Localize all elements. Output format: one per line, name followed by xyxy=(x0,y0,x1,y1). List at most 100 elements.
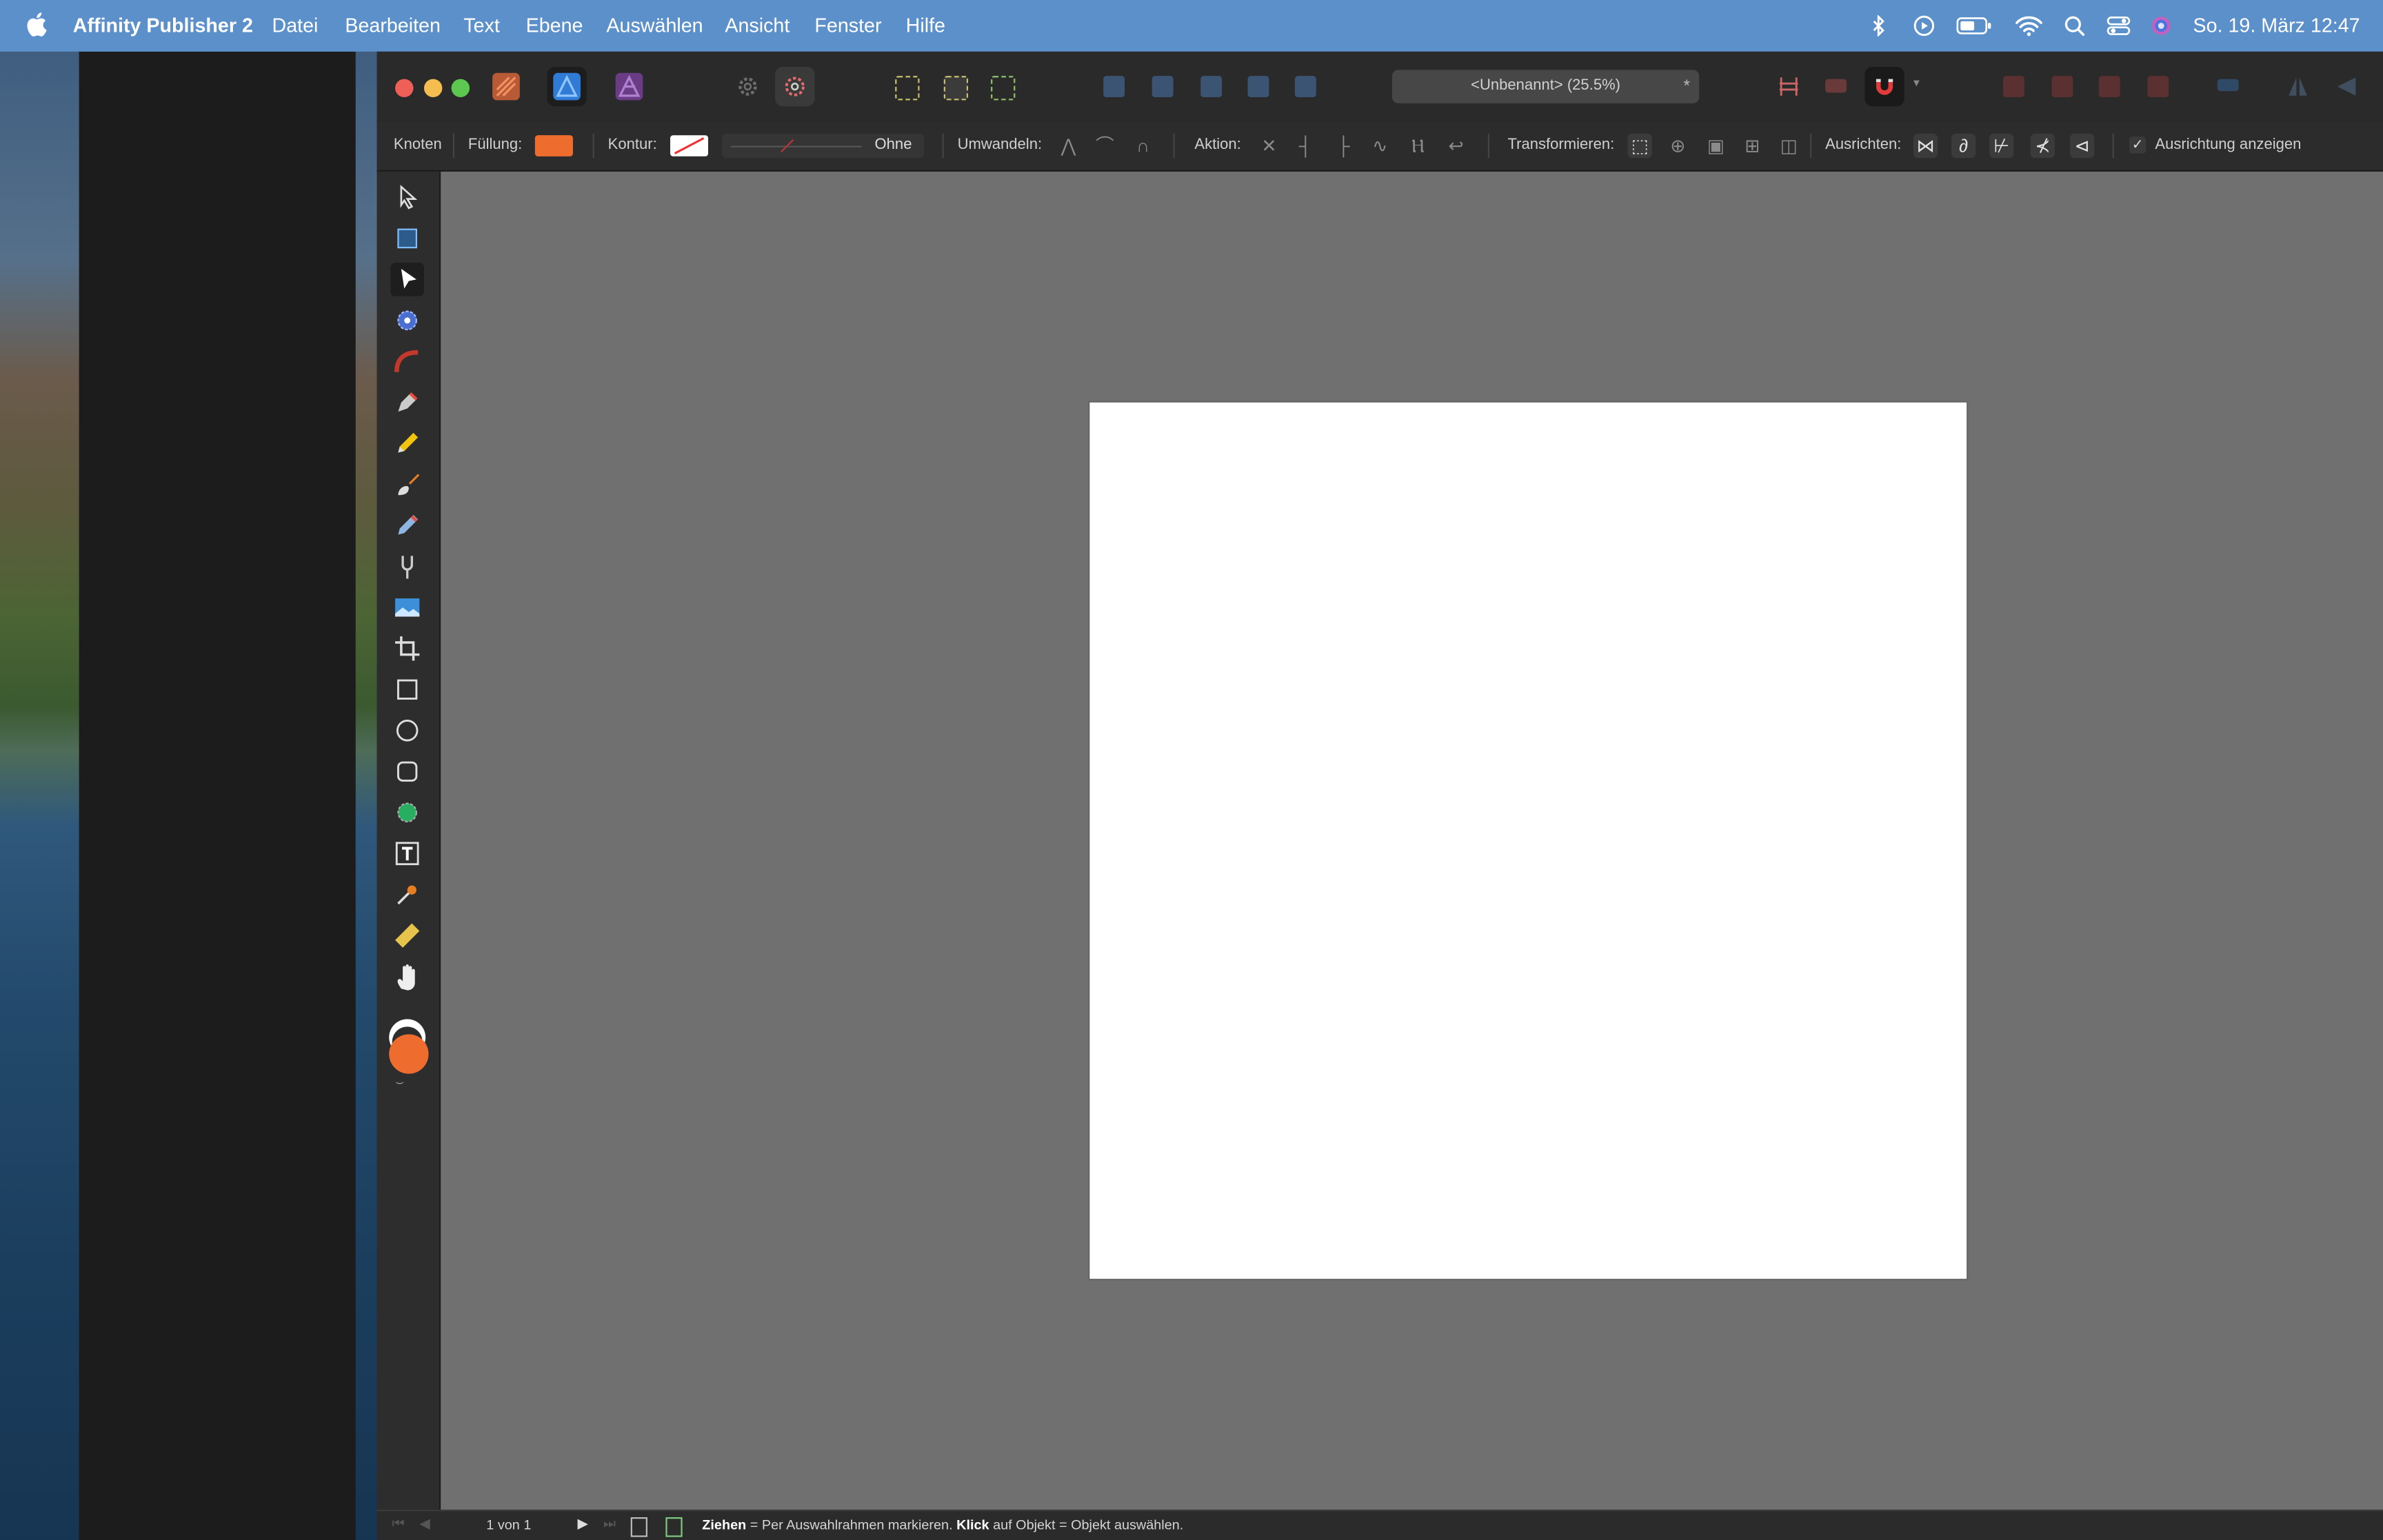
artistic-text-tool[interactable] xyxy=(390,837,423,870)
menu-auswaehlen[interactable]: Auswählen xyxy=(606,14,703,38)
order-backward-button[interactable] xyxy=(1143,67,1182,106)
shape-tool[interactable] xyxy=(390,796,423,829)
convert-smooth-icon[interactable]: ⌒ xyxy=(1093,134,1117,158)
swap-colors-icon[interactable]: ⌣ xyxy=(395,1074,404,1091)
close-window-button[interactable] xyxy=(395,79,414,98)
menu-datei[interactable]: Datei xyxy=(272,14,319,38)
snapping-toggle-button[interactable] xyxy=(1864,66,1904,107)
snap-angles-icon[interactable]: ⊲ xyxy=(2069,133,2095,159)
spread-view-icon[interactable] xyxy=(630,1517,647,1537)
fill-swatch[interactable] xyxy=(534,135,573,156)
stroke-swatch[interactable] xyxy=(670,135,709,156)
menu-hilfe[interactable]: Hilfe xyxy=(906,14,945,38)
snap-midpoints-icon[interactable]: ⊀ xyxy=(2030,133,2055,159)
align-button[interactable] xyxy=(2209,67,2248,106)
snap-curves-icon[interactable]: ∂ xyxy=(1951,133,1976,159)
apple-icon[interactable] xyxy=(26,12,47,37)
menu-ebene[interactable]: Ebene xyxy=(526,14,583,38)
next-page-icon[interactable]: ▶ xyxy=(578,1516,588,1532)
rectangle-tool[interactable] xyxy=(390,673,423,706)
order-forward-button[interactable] xyxy=(1192,67,1231,106)
close-curve-icon[interactable]: ┤ xyxy=(1294,134,1318,158)
siri-icon[interactable] xyxy=(2151,15,2172,37)
color-picker-tool[interactable] xyxy=(390,878,423,911)
transform-rotate-icon[interactable]: ◫ xyxy=(1777,134,1801,158)
canvas-area[interactable] xyxy=(441,171,2383,1516)
measure-tool[interactable] xyxy=(390,919,423,952)
snap-handles-icon[interactable]: ⊬ xyxy=(1989,133,2014,159)
break-curve-icon[interactable]: ✕ xyxy=(1257,134,1281,158)
frame-text-tool[interactable] xyxy=(390,222,423,255)
deselect-button[interactable] xyxy=(935,67,974,106)
convert-sharp-icon[interactable]: ⋀ xyxy=(1056,134,1080,158)
battery-icon[interactable] xyxy=(1956,15,1993,37)
crop-tool[interactable] xyxy=(390,632,423,665)
convert-smart-icon[interactable]: ∩ xyxy=(1131,134,1155,158)
boolean-intersect-button[interactable] xyxy=(2090,67,2129,106)
join-curves-icon[interactable]: ∿ xyxy=(1368,134,1392,158)
control-center-icon[interactable] xyxy=(2107,15,2131,37)
brush-tool[interactable] xyxy=(390,468,423,501)
contour-tool[interactable] xyxy=(390,345,423,378)
reverse-direction-icon[interactable]: ↩ xyxy=(1444,134,1468,158)
node-tool[interactable] xyxy=(390,263,424,296)
move-tool[interactable] xyxy=(390,181,423,214)
order-front-button[interactable] xyxy=(1238,67,1278,106)
snap-nodes-icon[interactable]: ⋈ xyxy=(1913,133,1938,159)
fill-color-well[interactable] xyxy=(389,1034,429,1074)
flip-vertical-button[interactable] xyxy=(2326,67,2366,106)
menu-bearbeiten[interactable]: Bearbeiten xyxy=(345,14,441,38)
flip-horizontal-button[interactable] xyxy=(2278,67,2317,106)
app-menu[interactable]: Affinity Publisher 2 xyxy=(73,14,253,38)
photo-persona-button[interactable] xyxy=(610,67,649,106)
transform-align-icon[interactable]: ⊞ xyxy=(1740,134,1764,158)
wifi-icon[interactable] xyxy=(2015,15,2043,37)
snapping-settings-button[interactable] xyxy=(775,66,815,107)
page-view-icon[interactable] xyxy=(665,1517,683,1537)
boolean-add-button[interactable] xyxy=(1994,67,2033,106)
flip-horizontal-icon xyxy=(2289,77,2307,96)
picture-frame-tool[interactable] xyxy=(390,591,423,624)
publisher-persona-button[interactable] xyxy=(486,67,525,106)
transform-bbox-icon[interactable]: ▣ xyxy=(1704,134,1728,158)
last-page-icon[interactable]: ⏭ xyxy=(603,1516,616,1532)
baseline-grid-button[interactable] xyxy=(1769,67,1809,106)
menubar-clock[interactable]: So. 19. März 12:47 xyxy=(2193,14,2360,38)
stroke-width-slider[interactable]: Ohne xyxy=(721,133,925,159)
menu-text[interactable]: Text xyxy=(463,14,500,38)
minimize-window-button[interactable] xyxy=(423,79,443,98)
arrange-button[interactable] xyxy=(1286,67,1325,106)
document-title-field[interactable]: <Unbenannt> (25.5%) * xyxy=(1391,70,1700,103)
spotlight-search-icon[interactable] xyxy=(2064,15,2085,37)
ellipse-tool[interactable] xyxy=(390,714,423,747)
document-page[interactable] xyxy=(1089,402,1967,1279)
hand-tool[interactable] xyxy=(390,960,423,993)
menu-fenster[interactable]: Fenster xyxy=(814,14,881,38)
settings-button[interactable] xyxy=(728,67,767,106)
transform-mode-icon[interactable]: ⬚ xyxy=(1627,133,1652,159)
show-alignment-checkbox[interactable]: ✓ xyxy=(2129,136,2146,154)
order-back-button[interactable] xyxy=(1094,67,1134,106)
invert-selection-button[interactable] xyxy=(982,67,1021,106)
pen-tool[interactable] xyxy=(390,386,423,419)
now-playing-icon[interactable] xyxy=(1913,15,1935,37)
snapping-dropdown-icon[interactable]: ▾ xyxy=(1913,76,1920,90)
zoom-window-button[interactable] xyxy=(451,79,470,98)
spiral-tool[interactable] xyxy=(390,304,423,337)
previous-page-icon[interactable]: ◀ xyxy=(419,1516,430,1532)
select-all-button[interactable] xyxy=(886,67,925,106)
designer-persona-button[interactable] xyxy=(547,66,587,107)
menu-ansicht[interactable]: Ansicht xyxy=(725,14,790,38)
smooth-curve-icon[interactable]: ├ xyxy=(1331,134,1356,158)
pencil-tool[interactable] xyxy=(390,427,423,460)
boolean-subtract-button[interactable] xyxy=(2042,67,2082,106)
preview-mode-button[interactable] xyxy=(1816,67,1856,106)
reverse-curve-icon[interactable]: Ⲏ xyxy=(1406,134,1430,158)
transform-origin-icon[interactable]: ⊕ xyxy=(1666,134,1690,158)
fill-tool[interactable] xyxy=(390,550,423,583)
first-page-icon[interactable]: ⏮ xyxy=(392,1516,405,1532)
boolean-xor-button[interactable] xyxy=(2138,67,2178,106)
vector-brush-tool[interactable] xyxy=(390,509,423,542)
bluetooth-icon[interactable] xyxy=(1871,15,1886,37)
rounded-rectangle-tool[interactable] xyxy=(390,755,423,788)
